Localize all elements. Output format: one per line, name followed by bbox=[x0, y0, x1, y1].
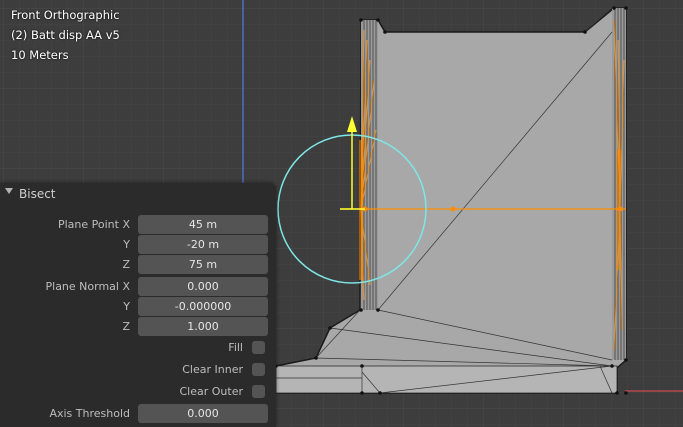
fill-row: Fill bbox=[0, 338, 276, 358]
plane-point-z-field[interactable]: 75 m bbox=[138, 255, 268, 274]
mesh-base-strip bbox=[275, 365, 618, 394]
bisect-panel-title: Bisect bbox=[19, 187, 56, 201]
clear-inner-label: Clear Inner bbox=[182, 363, 243, 376]
plane-normal-z-label: Z bbox=[122, 320, 130, 333]
clear-inner-row: Clear Inner bbox=[0, 360, 276, 380]
plane-normal-x-row: Plane Normal X 0.000 bbox=[0, 277, 276, 297]
fill-label: Fill bbox=[228, 341, 243, 354]
grid-scale-label: 10 Meters bbox=[11, 48, 69, 62]
plane-normal-x-field[interactable]: 0.000 bbox=[138, 277, 268, 296]
plane-normal-y-field[interactable]: -0.000000 bbox=[138, 297, 268, 316]
plane-normal-y-row: Y -0.000000 bbox=[0, 297, 276, 317]
axis-threshold-row: Axis Threshold 0.000 bbox=[0, 404, 276, 424]
clear-inner-checkbox[interactable] bbox=[252, 363, 265, 376]
plane-normal-z-row: Z 1.000 bbox=[0, 317, 276, 337]
plane-normal-x-label: Plane Normal X bbox=[45, 280, 131, 293]
fill-checkbox[interactable] bbox=[252, 341, 265, 354]
clear-outer-row: Clear Outer bbox=[0, 382, 276, 402]
bisect-vertex-mid bbox=[450, 206, 456, 212]
bisect-vertex-right bbox=[617, 206, 623, 212]
bisect-operator-panel[interactable]: Bisect Plane Point X 45 m Y -20 m Z 75 m… bbox=[0, 183, 276, 427]
clear-outer-label: Clear Outer bbox=[179, 385, 244, 398]
plane-point-y-label: Y bbox=[123, 238, 130, 251]
plane-point-x-field[interactable]: 45 m bbox=[138, 215, 268, 234]
plane-point-x-label: Plane Point X bbox=[57, 218, 130, 231]
plane-point-z-row: Z 75 m bbox=[0, 255, 276, 275]
plane-point-y-field[interactable]: -20 m bbox=[138, 235, 268, 254]
view-name-label: Front Orthographic bbox=[11, 8, 120, 22]
plane-point-z-label: Z bbox=[122, 258, 130, 271]
axis-threshold-field[interactable]: 0.000 bbox=[138, 404, 268, 423]
plane-normal-y-label: Y bbox=[123, 300, 130, 313]
plane-normal-z-field[interactable]: 1.000 bbox=[138, 317, 268, 336]
object-name-label: (2) Batt disp AA v5 bbox=[11, 28, 120, 42]
collapse-arrow-icon[interactable] bbox=[5, 188, 13, 194]
clear-outer-checkbox[interactable] bbox=[252, 385, 265, 398]
bisect-panel-header[interactable]: Bisect bbox=[0, 183, 276, 205]
axis-threshold-label: Axis Threshold bbox=[49, 407, 130, 420]
plane-point-y-row: Y -20 m bbox=[0, 235, 276, 255]
plane-point-x-row: Plane Point X 45 m bbox=[0, 215, 276, 235]
